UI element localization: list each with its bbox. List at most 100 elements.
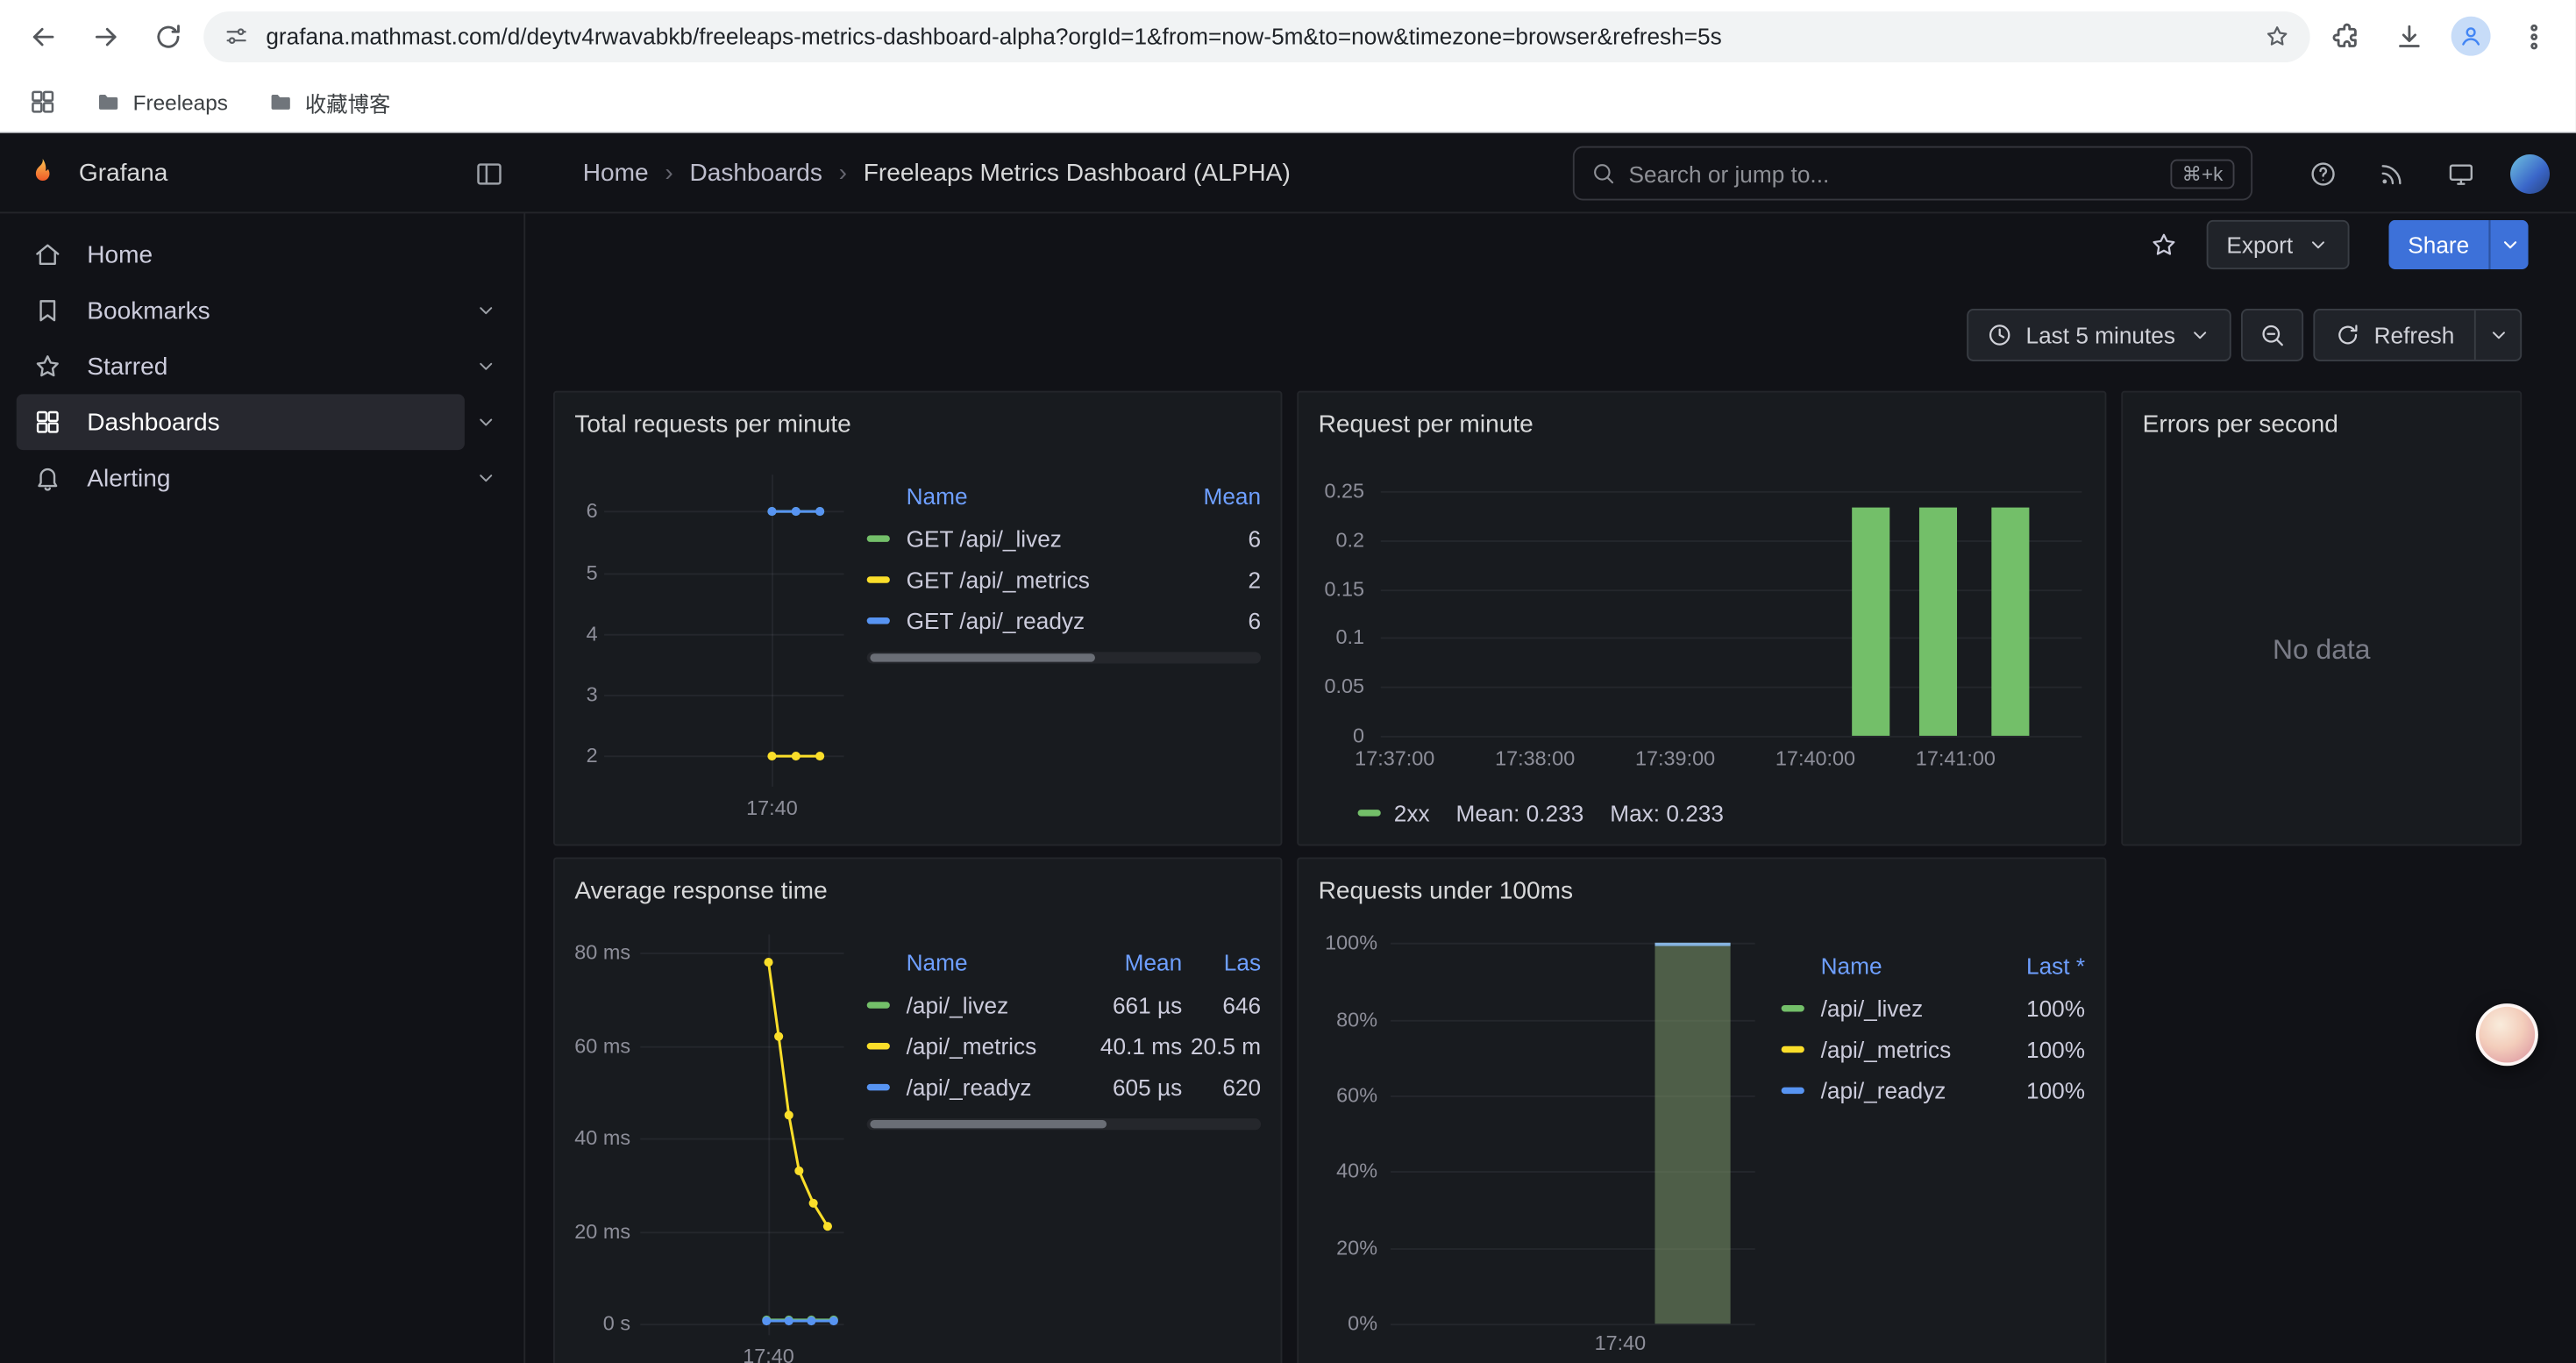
- legend-row[interactable]: /api/_metrics100%: [1782, 1028, 2085, 1069]
- breadcrumb-item[interactable]: Dashboards: [689, 160, 822, 188]
- legend-line[interactable]: 2xx Mean: 0.233 Max: 0.233: [1358, 800, 1724, 826]
- display-monitor-icon[interactable]: [2441, 153, 2480, 193]
- sidebar-expand-button[interactable]: [465, 457, 508, 500]
- legend-scrollbar[interactable]: [867, 1118, 1261, 1130]
- legend-series-value: 100%: [2000, 1076, 2085, 1103]
- legend-header-name[interactable]: Name: [1821, 953, 2000, 979]
- legend-header-stat[interactable]: Mean: [1176, 483, 1261, 510]
- chevron-down-icon: [2306, 233, 2329, 256]
- sidebar-expand-button[interactable]: [465, 401, 508, 444]
- time-range-picker[interactable]: Last 5 minutes: [1967, 309, 2231, 361]
- apps-grid-icon[interactable]: [19, 79, 65, 125]
- bookmark-star-icon[interactable]: [2264, 23, 2290, 49]
- bookmark-item[interactable]: Freeleaps: [82, 82, 241, 122]
- legend-header-name[interactable]: Name: [907, 483, 1176, 510]
- sidebar-link-alerting[interactable]: Alerting: [17, 450, 465, 506]
- legend-row[interactable]: /api/_livez661 µs646: [867, 984, 1261, 1025]
- refresh-interval-dropdown[interactable]: [2474, 310, 2520, 360]
- panel-requests-under-100ms: Requests under 100ms 100%80%60%40%20%0%1…: [1297, 857, 2106, 1363]
- y-axis-tick: 6: [587, 500, 598, 523]
- legend-header-name[interactable]: Name: [907, 949, 1080, 975]
- grafana-brand[interactable]: Grafana: [26, 156, 167, 189]
- legend-row[interactable]: /api/_readyz605 µs620: [867, 1066, 1261, 1107]
- panel-total-requests: Total requests per minute 6543217:40 Nam…: [553, 391, 1282, 846]
- legend-header-row: NameMean: [867, 475, 1261, 517]
- legend-series-name: GET /api/_metrics: [907, 566, 1176, 592]
- scrollbar-thumb[interactable]: [870, 653, 1094, 661]
- no-data-message: No data: [2123, 455, 2520, 845]
- legend-row[interactable]: GET /api/_readyz6: [867, 599, 1261, 640]
- legend-row[interactable]: /api/_metrics40.1 ms20.5 m: [867, 1024, 1261, 1066]
- browser-toolbar: grafana.mathmast.com/d/deytv4rwavabkb/fr…: [0, 0, 2576, 72]
- sidebar-expand-button[interactable]: [465, 289, 508, 332]
- legend-series-value: 620: [1182, 1074, 1261, 1100]
- back-icon[interactable]: [17, 10, 69, 62]
- breadcrumb-item[interactable]: Home: [583, 160, 649, 188]
- refresh-button[interactable]: Refresh: [2315, 310, 2474, 360]
- sidebar-link-bookmarks[interactable]: Bookmarks: [17, 282, 465, 339]
- assistant-avatar[interactable]: [2476, 1003, 2538, 1066]
- sidebar-expand-button[interactable]: [465, 345, 508, 388]
- favorite-star-icon[interactable]: [2141, 222, 2187, 268]
- chevron-down-icon: [474, 467, 497, 489]
- legend-header-stat[interactable]: Mean: [1080, 949, 1182, 975]
- panel-title[interactable]: Requests under 100ms: [1299, 859, 2104, 921]
- bookmark-item[interactable]: 收藏博客: [254, 80, 403, 125]
- y-axis-tick: 0: [1353, 724, 1364, 747]
- line-series: [640, 934, 843, 1335]
- legend-series-name: GET /api/_readyz: [907, 607, 1176, 633]
- legend-series-value: 20.5 m: [1182, 1032, 1261, 1059]
- legend-row[interactable]: GET /api/_metrics2: [867, 559, 1261, 600]
- address-bar[interactable]: grafana.mathmast.com/d/deytv4rwavabkb/fr…: [203, 11, 2309, 61]
- y-axis-tick: 100%: [1325, 931, 1377, 954]
- sidebar: HomeBookmarksStarredDashboardsAlerting: [0, 213, 525, 1363]
- panel-title[interactable]: Average response time: [555, 859, 1281, 921]
- legend-series-name[interactable]: 2xx: [1394, 800, 1430, 826]
- menu-kebab-icon[interactable]: [2507, 10, 2559, 62]
- zoom-out-icon[interactable]: [2241, 309, 2303, 361]
- legend-series-name: /api/_readyz: [907, 1074, 1080, 1100]
- legend-series-value: 6: [1176, 607, 1261, 633]
- bar: [1851, 508, 1889, 736]
- extensions-icon[interactable]: [2320, 10, 2373, 62]
- reload-icon[interactable]: [141, 10, 194, 62]
- panel-title[interactable]: Request per minute: [1299, 393, 2104, 455]
- user-avatar[interactable]: [2510, 153, 2550, 193]
- legend-row[interactable]: /api/_readyz100%: [1782, 1069, 2085, 1110]
- bookmark-label: Freeleaps: [133, 89, 228, 114]
- browser-profile-icon[interactable]: [2444, 10, 2497, 62]
- panel-title[interactable]: Total requests per minute: [555, 393, 1281, 455]
- dock-sidebar-icon[interactable]: [473, 156, 509, 192]
- export-button[interactable]: Export: [2207, 220, 2349, 269]
- downloads-icon[interactable]: [2382, 10, 2435, 62]
- legend-series-value: 661 µs: [1080, 991, 1182, 1017]
- folder-icon: [96, 89, 122, 115]
- bookmarks-bar: Freeleaps 收藏博客: [0, 72, 2576, 131]
- legend-row[interactable]: /api/_livez100%: [1782, 987, 2085, 1028]
- legend-header-stat[interactable]: Last *: [2000, 953, 2085, 979]
- site-settings-icon[interactable]: [224, 23, 250, 49]
- y-axis-tick: 40 ms: [574, 1127, 630, 1150]
- search-input[interactable]: Search or jump to... ⌘+k: [1573, 146, 2252, 201]
- y-axis-tick: 2: [587, 745, 598, 767]
- panel-title[interactable]: Errors per second: [2123, 393, 2520, 455]
- sidebar-link-starred[interactable]: Starred: [17, 339, 465, 395]
- help-icon[interactable]: [2303, 153, 2343, 193]
- sidebar-link-dashboards[interactable]: Dashboards: [17, 394, 465, 450]
- series-color-swatch: [1358, 810, 1381, 816]
- rss-news-icon[interactable]: [2373, 153, 2412, 193]
- legend-table: NameMeanLas/api/_livez661 µs646/api/_met…: [854, 921, 1281, 1363]
- share-button[interactable]: Share: [2388, 220, 2489, 269]
- x-axis-tick: 17:40: [1595, 1332, 1647, 1355]
- legend-scrollbar[interactable]: [867, 652, 1261, 663]
- forward-icon[interactable]: [79, 10, 132, 62]
- y-axis-tick: 0.2: [1335, 529, 1364, 552]
- legend-header-stat[interactable]: Las: [1182, 949, 1261, 975]
- time-series-chart: 80 ms60 ms40 ms20 ms0 s17:40: [555, 921, 854, 1363]
- scrollbar-thumb[interactable]: [870, 1120, 1107, 1128]
- x-axis-tick: 17:41:00: [1916, 747, 1996, 770]
- legend-row[interactable]: GET /api/_livez6: [867, 517, 1261, 559]
- share-dropdown-icon[interactable]: [2489, 220, 2529, 269]
- sidebar-link-home[interactable]: Home: [17, 226, 508, 282]
- y-axis-tick: 80%: [1336, 1008, 1377, 1031]
